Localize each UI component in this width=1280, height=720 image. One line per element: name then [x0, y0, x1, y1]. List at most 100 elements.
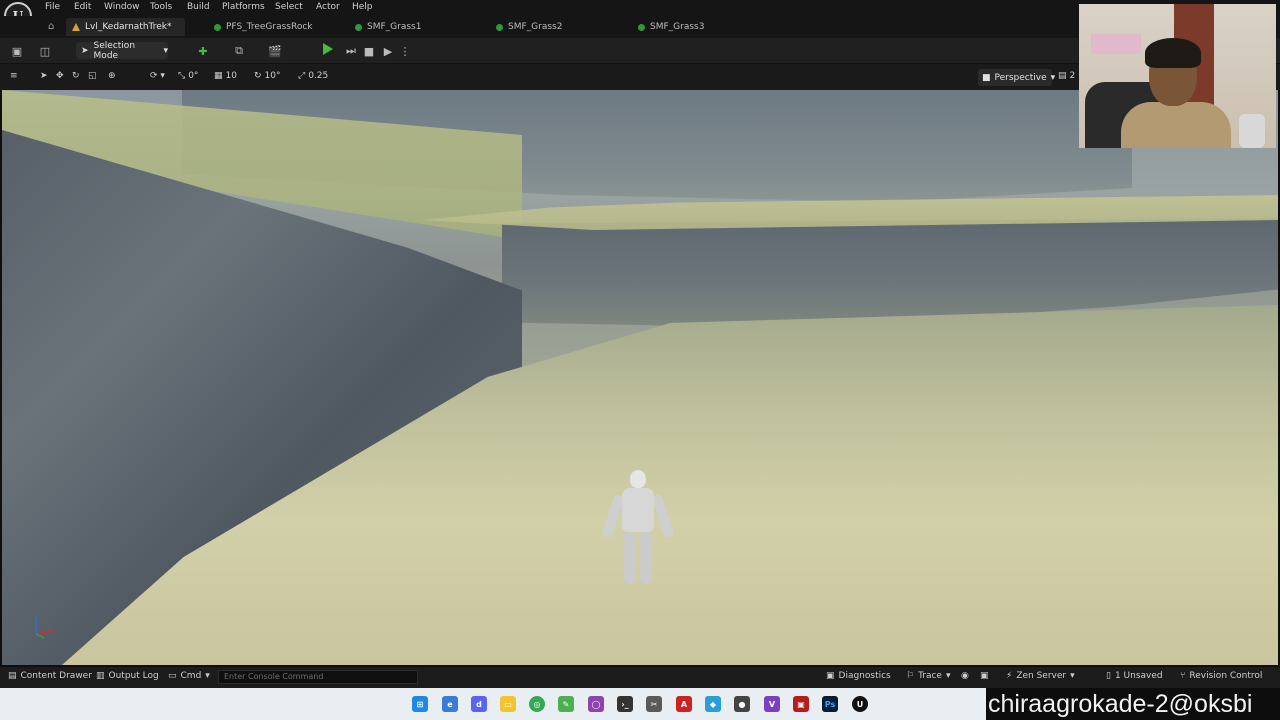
webcam-overlay: [1079, 4, 1276, 148]
chrome-icon[interactable]: ◎: [529, 696, 545, 712]
mannequin-character[interactable]: [601, 470, 675, 590]
play-icon[interactable]: [323, 43, 333, 55]
blueprint-icon[interactable]: ⧉: [232, 44, 246, 58]
content-drawer-label: Content Drawer: [20, 671, 92, 681]
angle-snap[interactable]: ↻ 10°: [254, 71, 281, 81]
tab-pfs-treegrassrock[interactable]: PFS_TreeGrassRock: [214, 18, 313, 36]
camera-icon: ■: [982, 72, 991, 83]
menu-window[interactable]: Window: [104, 2, 140, 12]
tab-label: SMF_Grass2: [508, 22, 563, 32]
surface-snap-icon[interactable]: ⟳ ▾: [150, 71, 165, 81]
unsaved-button[interactable]: ▯ 1 Unsaved: [1106, 671, 1163, 681]
tab-label: SMF_Grass3: [650, 22, 705, 32]
view-mode-label: Perspective: [994, 72, 1047, 83]
cmd-label: Cmd: [180, 671, 202, 681]
menu-select[interactable]: Select: [275, 2, 303, 12]
world-space-icon[interactable]: ⊕: [108, 71, 116, 81]
scale-snap-icon: ⤢: [298, 71, 306, 81]
unity-hub-icon[interactable]: ◆: [705, 696, 721, 712]
axis-gizmo-icon: [35, 616, 55, 639]
photoshop-icon[interactable]: Ps: [822, 696, 838, 712]
content-drawer-button[interactable]: ▤ Content Drawer: [8, 671, 92, 681]
viewport-menu-icon[interactable]: ≡: [10, 71, 18, 81]
trace-label: Trace: [918, 671, 942, 681]
menu-file[interactable]: File: [45, 2, 60, 12]
obs-icon[interactable]: ●: [734, 696, 750, 712]
browse-icon[interactable]: ◫: [38, 44, 52, 58]
chevron-down-icon: ▾: [1050, 72, 1056, 83]
launch-icon[interactable]: ▶: [381, 44, 395, 58]
output-log-button[interactable]: ▥ Output Log: [96, 671, 159, 681]
notepad-icon[interactable]: ✎: [558, 696, 574, 712]
menu-actor[interactable]: Actor: [316, 2, 340, 12]
camera-capture-icon[interactable]: ▣: [980, 671, 989, 681]
level-icon: [72, 23, 80, 31]
tab-label: SMF_Grass1: [367, 22, 422, 32]
github-icon[interactable]: ◯: [588, 696, 604, 712]
menu-tools[interactable]: Tools: [150, 2, 172, 12]
asset-icon: [355, 23, 362, 31]
scale-tool-icon[interactable]: ◱: [88, 71, 97, 81]
camera-speed[interactable]: ▤ 2: [1058, 71, 1075, 81]
diagnostics-button[interactable]: ▣ Diagnostics: [826, 671, 891, 681]
translate-tool-icon[interactable]: ✥: [56, 71, 64, 81]
select-arrow-icon: ➤: [81, 45, 89, 56]
unsaved-label: 1 Unsaved: [1114, 671, 1163, 681]
zen-server-label: Zen Server: [1016, 671, 1067, 681]
windows-start-icon[interactable]: ⊞: [412, 696, 428, 712]
chevron-down-icon: ▾: [945, 671, 951, 681]
tab-label: PFS_TreeGrassRock: [226, 22, 313, 32]
menu-help[interactable]: Help: [352, 2, 373, 12]
trace-dropdown[interactable]: ⚐ Trace ▾: [906, 671, 951, 681]
menu-build[interactable]: Build: [187, 2, 210, 12]
snap-icon: ⤡: [178, 71, 186, 81]
visual-studio-icon[interactable]: V: [764, 696, 780, 712]
edge-icon[interactable]: e: [442, 696, 458, 712]
terminal-icon[interactable]: ›_: [617, 696, 633, 712]
asset-icon: [638, 23, 645, 31]
chevron-down-icon: ▾: [1070, 671, 1075, 681]
unreal-engine-icon[interactable]: U: [852, 696, 868, 712]
diagnostics-icon: ▣: [826, 671, 835, 681]
scale-snap[interactable]: ⤢ 0.25: [298, 71, 328, 81]
perspective-dropdown[interactable]: ■ Perspective ▾: [978, 69, 1055, 86]
tab-smf-grass3[interactable]: SMF_Grass3: [638, 18, 704, 36]
selection-mode-dropdown[interactable]: ➤ Selection Mode ▾: [76, 41, 168, 61]
console-input[interactable]: Enter Console Command: [218, 670, 418, 684]
grid-snap[interactable]: ▦ 10: [214, 71, 237, 81]
add-content-icon[interactable]: ✚: [196, 44, 210, 58]
level-viewport[interactable]: [2, 90, 1278, 665]
save-icon[interactable]: ▣: [10, 44, 24, 58]
snipping-tool-icon[interactable]: ✂: [646, 696, 662, 712]
discord-icon[interactable]: d: [471, 696, 487, 712]
pdf-icon[interactable]: A: [676, 696, 692, 712]
tab-smf-grass1[interactable]: SMF_Grass1: [355, 18, 421, 36]
file-icon: ▯: [1106, 671, 1111, 681]
watermark-text: chiraagrokade-2@oksbi: [986, 688, 1280, 720]
zen-server-dropdown[interactable]: ⚡ Zen Server ▾: [1006, 671, 1075, 681]
stop-icon[interactable]: ■: [362, 44, 376, 58]
record-icon[interactable]: ◉: [961, 671, 969, 681]
scale-snap-value: 0.25: [308, 71, 329, 81]
output-log-label: Output Log: [108, 671, 159, 681]
angle-snap-value: 10°: [264, 71, 281, 81]
menu-edit[interactable]: Edit: [74, 2, 91, 12]
app-icon[interactable]: ▣: [793, 696, 809, 712]
cmd-dropdown[interactable]: ▭ Cmd ▾: [168, 671, 210, 681]
cinematics-icon[interactable]: 🎬: [268, 44, 282, 58]
server-icon: ⚡: [1006, 671, 1013, 681]
file-explorer-icon[interactable]: ▭: [500, 696, 516, 712]
rotate-tool-icon[interactable]: ↻: [72, 71, 80, 81]
menu-platforms[interactable]: Platforms: [222, 2, 265, 12]
step-icon[interactable]: ⏭: [344, 44, 358, 58]
tab-smf-grass2[interactable]: SMF_Grass2: [496, 18, 562, 36]
rotation-snap[interactable]: ⤡ 0°: [178, 71, 198, 81]
select-tool-icon[interactable]: ➤: [40, 71, 48, 81]
diagnostics-label: Diagnostics: [838, 671, 891, 681]
more-options-icon[interactable]: ⋮: [398, 44, 412, 58]
asset-icon: [214, 23, 221, 31]
tab-lvl-kedarnathtrek[interactable]: Lvl_KedarnathTrek*: [66, 18, 186, 36]
angle-icon: ↻: [254, 71, 262, 81]
revision-control-button[interactable]: ⑂ Revision Control: [1180, 671, 1262, 681]
home-icon[interactable]: ⌂: [48, 21, 60, 33]
